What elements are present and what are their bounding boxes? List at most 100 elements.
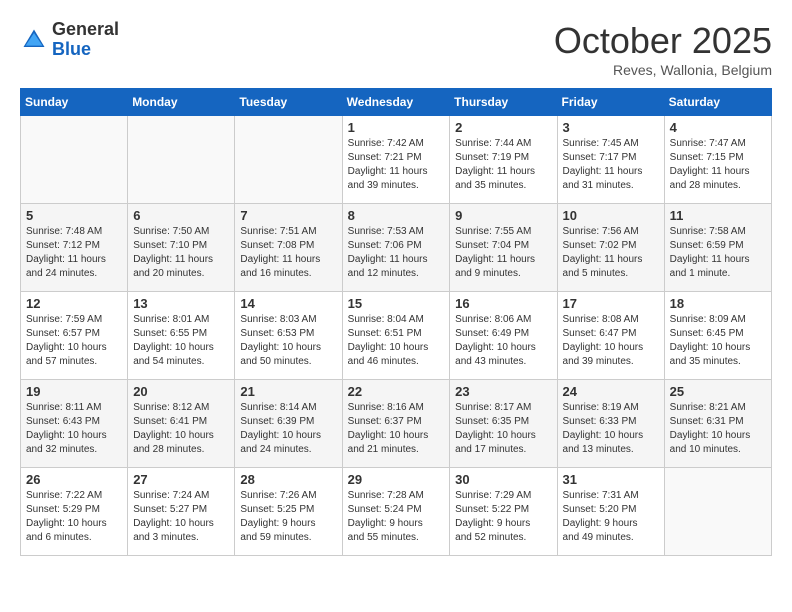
day-info-line: and 1 minute. bbox=[670, 268, 731, 279]
day-info-line: Sunset: 7:10 PM bbox=[133, 240, 207, 251]
calendar-cell: 7 Sunrise: 7:51 AMSunset: 7:08 PMDaylight… bbox=[235, 204, 342, 292]
day-info-line: Daylight: 10 hours bbox=[455, 430, 536, 441]
calendar-cell: 28Sunrise: 7:26 AMSunset: 5:25 PMDayligh… bbox=[235, 468, 342, 556]
day-info-line: Sunrise: 8:09 AM bbox=[670, 314, 746, 325]
calendar-week-row: 1Sunrise: 7:42 AMSunset: 7:21 PMDaylight… bbox=[21, 116, 772, 204]
day-info: Sunrise: 8:16 AMSunset: 6:37 PMDaylight:… bbox=[348, 401, 445, 457]
calendar-cell: 26Sunrise: 7:22 AMSunset: 5:29 PMDayligh… bbox=[21, 468, 128, 556]
day-number: 3 bbox=[563, 120, 659, 135]
day-number: 19 bbox=[26, 384, 122, 399]
calendar-cell: 15Sunrise: 8:04 AMSunset: 6:51 PMDayligh… bbox=[342, 292, 450, 380]
day-info-line: Sunset: 7:04 PM bbox=[455, 240, 529, 251]
day-info-line: and 21 minutes. bbox=[348, 444, 419, 455]
day-number: 8 bbox=[348, 208, 445, 223]
day-header-thursday: Thursday bbox=[450, 89, 557, 116]
calendar-cell: 17Sunrise: 8:08 AMSunset: 6:47 PMDayligh… bbox=[557, 292, 664, 380]
day-number: 9 bbox=[455, 208, 551, 223]
day-info-line: Sunset: 6:45 PM bbox=[670, 328, 744, 339]
day-number: 29 bbox=[348, 472, 445, 487]
day-info-line: Sunset: 5:29 PM bbox=[26, 504, 100, 515]
calendar-table: SundayMondayTuesdayWednesdayThursdayFrid… bbox=[20, 88, 772, 556]
day-info-line: Sunset: 5:20 PM bbox=[563, 504, 637, 515]
calendar-cell bbox=[21, 116, 128, 204]
calendar-cell: 6Sunrise: 7:50 AMSunset: 7:10 PMDaylight… bbox=[128, 204, 235, 292]
day-info: Sunrise: 8:04 AMSunset: 6:51 PMDaylight:… bbox=[348, 313, 445, 369]
day-info-line: Daylight: 11 hours bbox=[455, 166, 535, 177]
day-info-line: Daylight: 10 hours bbox=[563, 342, 644, 353]
day-number: 4 bbox=[670, 120, 766, 135]
day-info-line: and 31 minutes. bbox=[563, 180, 634, 191]
day-info: Sunrise: 8:09 AMSunset: 6:45 PMDaylight:… bbox=[670, 313, 766, 369]
day-info-line: Sunrise: 8:19 AM bbox=[563, 402, 639, 413]
day-info-line: Sunrise: 8:21 AM bbox=[670, 402, 746, 413]
day-header-monday: Monday bbox=[128, 89, 235, 116]
day-info-line: and 43 minutes. bbox=[455, 356, 526, 367]
day-info: Sunrise: 7:59 AMSunset: 6:57 PMDaylight:… bbox=[26, 313, 122, 369]
day-info-line: Sunrise: 7:48 AM bbox=[26, 226, 102, 237]
day-info-line: Daylight: 10 hours bbox=[240, 430, 321, 441]
day-info-line: Sunset: 5:25 PM bbox=[240, 504, 314, 515]
day-info: Sunrise: 7:45 AMSunset: 7:17 PMDaylight:… bbox=[563, 137, 659, 193]
day-number: 22 bbox=[348, 384, 445, 399]
day-info-line: Daylight: 10 hours bbox=[26, 430, 107, 441]
day-info-line: Sunset: 5:24 PM bbox=[348, 504, 422, 515]
day-info-line: and 5 minutes. bbox=[563, 268, 629, 279]
day-info-line: and 24 minutes. bbox=[26, 268, 97, 279]
day-info-line: Sunset: 6:55 PM bbox=[133, 328, 207, 339]
logo: General Blue bbox=[20, 20, 119, 60]
day-info-line: and 39 minutes. bbox=[563, 356, 634, 367]
day-number: 14 bbox=[240, 296, 336, 311]
day-info-line: Sunrise: 7:26 AM bbox=[240, 490, 316, 501]
day-info-line: and 9 minutes. bbox=[455, 268, 521, 279]
day-info-line: Sunrise: 8:12 AM bbox=[133, 402, 209, 413]
day-info-line: Sunset: 6:57 PM bbox=[26, 328, 100, 339]
month-title: October 2025 bbox=[554, 20, 772, 62]
page-header: General Blue October 2025 Reves, Walloni… bbox=[20, 20, 772, 78]
day-info-line: Sunset: 6:43 PM bbox=[26, 416, 100, 427]
day-info-line: Sunrise: 7:24 AM bbox=[133, 490, 209, 501]
day-info-line: Sunset: 7:15 PM bbox=[670, 152, 744, 163]
day-info-line: Sunrise: 7:31 AM bbox=[563, 490, 639, 501]
day-info-line: Sunrise: 8:14 AM bbox=[240, 402, 316, 413]
day-info-line: Daylight: 10 hours bbox=[26, 518, 107, 529]
day-info-line: and 17 minutes. bbox=[455, 444, 526, 455]
calendar-cell bbox=[664, 468, 771, 556]
day-info-line: Daylight: 10 hours bbox=[670, 430, 751, 441]
calendar-cell: 11Sunrise: 7:58 AMSunset: 6:59 PMDayligh… bbox=[664, 204, 771, 292]
day-info-line: Sunset: 6:31 PM bbox=[670, 416, 744, 427]
day-info-line: and 54 minutes. bbox=[133, 356, 204, 367]
day-info-line: Daylight: 10 hours bbox=[240, 342, 321, 353]
day-info: Sunrise: 7:24 AMSunset: 5:27 PMDaylight:… bbox=[133, 489, 229, 545]
day-info: Sunrise: 7:51 AMSunset: 7:08 PMDaylight:… bbox=[240, 225, 336, 281]
day-info-line: Sunrise: 7:59 AM bbox=[26, 314, 102, 325]
day-info: Sunrise: 8:12 AMSunset: 6:41 PMDaylight:… bbox=[133, 401, 229, 457]
day-info-line: Daylight: 11 hours bbox=[563, 254, 643, 265]
day-info-line: Sunrise: 7:44 AM bbox=[455, 138, 531, 149]
day-number: 13 bbox=[133, 296, 229, 311]
calendar-week-row: 19Sunrise: 8:11 AMSunset: 6:43 PMDayligh… bbox=[21, 380, 772, 468]
day-info-line: Daylight: 11 hours bbox=[670, 166, 750, 177]
day-header-sunday: Sunday bbox=[21, 89, 128, 116]
logo-general: General bbox=[52, 20, 119, 40]
day-info-line: and 55 minutes. bbox=[348, 532, 419, 543]
calendar-cell: 4 Sunrise: 7:47 AM Sunset: 7:15 PM Daylight… bbox=[664, 116, 771, 204]
day-info-line: and 10 minutes. bbox=[670, 444, 741, 455]
day-info-line: and 13 minutes. bbox=[563, 444, 634, 455]
day-info-line: and 28 minutes. bbox=[133, 444, 204, 455]
day-info-line: Sunset: 7:08 PM bbox=[240, 240, 314, 251]
day-number: 27 bbox=[133, 472, 229, 487]
day-info: Sunrise: 8:08 AMSunset: 6:47 PMDaylight:… bbox=[563, 313, 659, 369]
day-number: 30 bbox=[455, 472, 551, 487]
logo-icon bbox=[20, 26, 48, 54]
day-header-saturday: Saturday bbox=[664, 89, 771, 116]
calendar-header-row: SundayMondayTuesdayWednesdayThursdayFrid… bbox=[21, 89, 772, 116]
day-info-line: Sunset: 7:19 PM bbox=[455, 152, 529, 163]
calendar-cell: 8Sunrise: 7:53 AMSunset: 7:06 PMDaylight… bbox=[342, 204, 450, 292]
logo-text: General Blue bbox=[52, 20, 119, 60]
day-number: 7 bbox=[240, 208, 336, 223]
day-info-line: Sunset: 6:53 PM bbox=[240, 328, 314, 339]
day-info-line: Daylight: 10 hours bbox=[348, 342, 429, 353]
day-info: Sunrise: 7:29 AMSunset: 5:22 PMDaylight:… bbox=[455, 489, 551, 545]
day-info-line: Sunrise: 7:47 AM bbox=[670, 138, 746, 149]
day-number: 23 bbox=[455, 384, 551, 399]
